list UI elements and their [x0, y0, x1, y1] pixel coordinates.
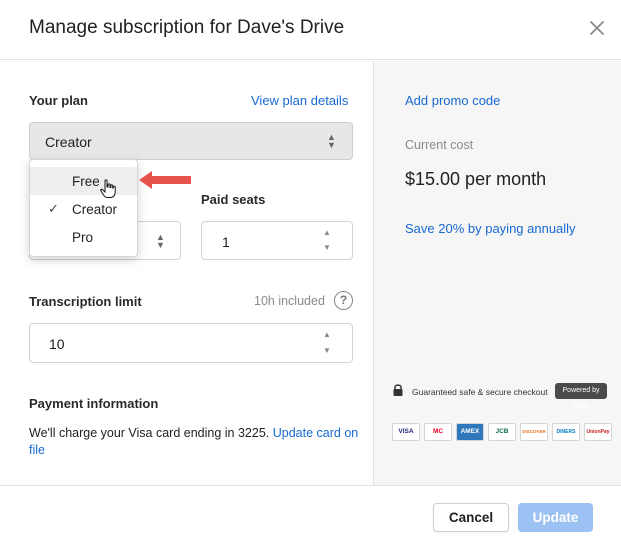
decrement-icon[interactable]: ▼	[321, 243, 333, 253]
diners-card-icon: DINERS	[552, 423, 580, 441]
plan-option-free[interactable]: Free	[30, 167, 137, 195]
plan-option-pro[interactable]: Pro	[30, 223, 137, 251]
plan-option-label: Pro	[72, 230, 94, 245]
discover-card-icon: DISCOVER	[520, 423, 548, 441]
unionpay-card-icon: UnionPay	[584, 423, 612, 441]
payment-text: We'll charge your Visa card ending in 32…	[29, 425, 359, 459]
select-arrows-icon: ▲ ▼	[156, 232, 165, 250]
cancel-button[interactable]: Cancel	[433, 503, 509, 532]
plan-select-value: Creator	[45, 134, 92, 150]
view-plan-details-link[interactable]: View plan details	[251, 93, 348, 108]
checkmark-icon: ✓	[48, 201, 59, 216]
amex-card-icon: AMEX	[456, 423, 484, 441]
plan-option-label: Creator	[72, 202, 118, 217]
pay-annually-link[interactable]: Save 20% by paying annually	[405, 221, 576, 236]
current-cost-label: Current cost	[405, 138, 474, 152]
increment-icon[interactable]: ▲	[321, 228, 333, 238]
jcb-card-icon: JCB	[488, 423, 516, 441]
plan-select[interactable]: Creator ▲ ▼	[29, 122, 353, 160]
paid-seats-value: 1	[222, 234, 230, 250]
your-plan-label: Your plan	[29, 93, 88, 108]
payment-information-label: Payment information	[29, 396, 159, 411]
increment-icon[interactable]: ▲	[321, 330, 333, 340]
pointer-hand-icon	[99, 179, 117, 204]
card-logos: VISA MC AMEX JCB DISCOVER DINERS UnionPay	[392, 423, 616, 441]
secure-checkout-text: Guaranteed safe & secure checkout	[412, 387, 548, 397]
decrement-icon[interactable]: ▼	[321, 346, 333, 356]
close-icon[interactable]	[586, 17, 608, 39]
help-icon[interactable]: ?	[334, 291, 353, 310]
transcription-limit-label: Transcription limit	[29, 294, 142, 309]
annotation-arrow-icon	[135, 168, 195, 197]
hours-included-text: 10h included	[254, 294, 325, 308]
mastercard-card-icon: MC	[424, 423, 452, 441]
plan-settings-panel: Your plan View plan details Creator ▲ ▼ P…	[0, 61, 373, 485]
plan-option-creator[interactable]: ✓ Creator	[30, 195, 137, 223]
select-arrows-icon: ▲ ▼	[327, 132, 336, 150]
dialog-title: Manage subscription for Dave's Drive	[29, 17, 345, 38]
plan-option-label: Free	[72, 174, 100, 189]
transcription-limit-value: 10	[49, 336, 65, 352]
payment-charge-text: We'll charge your Visa card ending in 32…	[29, 426, 270, 440]
dialog-header: Manage subscription for Dave's Drive	[0, 0, 621, 60]
visa-card-icon: VISA	[392, 423, 420, 441]
transcription-limit-stepper[interactable]: 10 ▲ ▼	[29, 323, 353, 363]
summary-panel: Add promo code Current cost $15.00 per m…	[373, 61, 621, 485]
stripe-badge: Powered by stripe	[555, 383, 607, 410]
plan-dropdown-menu: Free ✓ Creator Pro	[29, 159, 138, 257]
paid-seats-label: Paid seats	[201, 192, 266, 207]
add-promo-code-link[interactable]: Add promo code	[405, 93, 500, 108]
current-cost-value: $15.00 per month	[405, 169, 547, 189]
paid-seats-stepper[interactable]: 1 ▲ ▼	[201, 221, 353, 260]
update-button[interactable]: Update	[518, 503, 593, 532]
lock-icon	[392, 383, 404, 402]
